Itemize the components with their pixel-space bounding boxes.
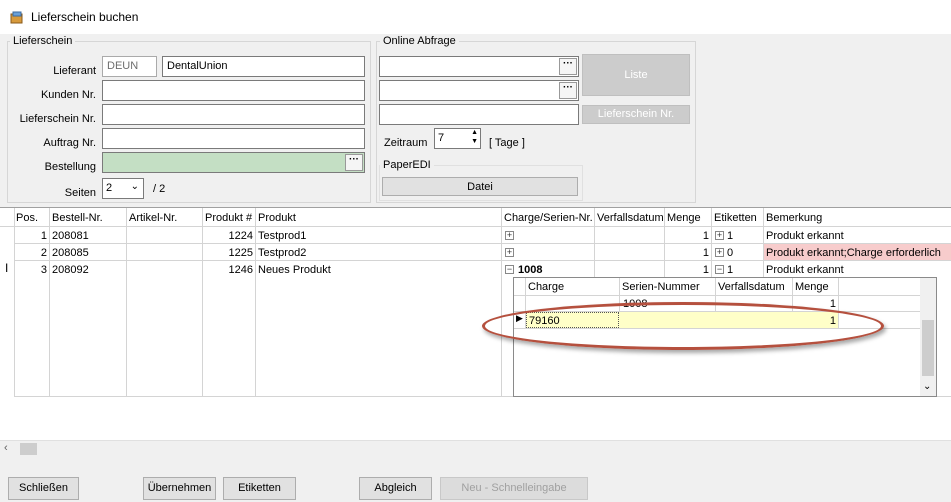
row-menge: 1 <box>702 264 709 276</box>
row-produkt: Testprod2 <box>258 247 307 259</box>
collapse-icon[interactable]: − <box>505 265 514 274</box>
lieferant-label: Lieferant <box>53 65 96 77</box>
sub-scroll-thumb[interactable] <box>922 320 934 376</box>
col-header-produkt[interactable]: Produkt <box>258 212 296 224</box>
row-bestell-nr: 208085 <box>52 247 89 259</box>
seiten-total: / 2 <box>153 183 166 195</box>
row-pos: 3 <box>40 264 47 276</box>
datei-button[interactable]: Datei <box>382 177 578 196</box>
liste-button[interactable]: Liste <box>582 54 690 96</box>
lieferant-code-field[interactable]: DEUN <box>102 56 157 77</box>
uebernehmen-button[interactable]: Übernehmen <box>143 477 216 500</box>
row-indicator-column <box>0 208 14 396</box>
highlight-annotation <box>482 302 884 350</box>
etiketten-button[interactable]: Etiketten <box>223 477 296 500</box>
row-bemerkung: Produkt erkannt <box>766 264 844 276</box>
row-etiketten: 1 <box>727 230 734 242</box>
tage-label: [ Tage ] <box>489 137 525 149</box>
chevron-down-icon: ⌄ <box>130 181 139 192</box>
scroll-left-icon[interactable]: ‹ <box>4 442 8 454</box>
row-menge: 1 <box>702 247 709 259</box>
online-field-1-browse-button[interactable]: ··· <box>559 58 577 75</box>
grid-line <box>501 278 502 396</box>
online-field-2[interactable] <box>379 80 579 101</box>
neu-schnelleingabe-button[interactable]: Neu - Schnelleingabe <box>440 477 588 500</box>
row-produkt-nr: 1224 <box>228 230 253 242</box>
abgleich-button[interactable]: Abgleich <box>359 477 432 500</box>
row-pos: 2 <box>40 247 47 259</box>
sub-header-menge[interactable]: Menge <box>795 281 829 293</box>
lieferschein-group-label: Lieferschein <box>10 35 76 47</box>
row-produkt: Testprod1 <box>258 230 307 242</box>
zeitraum-value: 7 <box>438 132 445 144</box>
kunden-nr-field[interactable] <box>102 80 365 101</box>
grid-line <box>514 295 920 296</box>
online-field-2-browse-button[interactable]: ··· <box>559 82 577 99</box>
row-produkt-nr: 1225 <box>228 247 253 259</box>
paperedi-label: PaperEDI <box>380 159 434 171</box>
scroll-thumb[interactable] <box>20 443 37 455</box>
horizontal-scrollbar[interactable] <box>0 440 951 457</box>
lieferant-name-field[interactable]: DentalUnion <box>162 56 365 77</box>
sub-header-serien-nummer[interactable]: Serien-Nummer <box>622 281 700 293</box>
col-header-artikel-nr[interactable]: Artikel-Nr. <box>129 212 177 224</box>
lieferschein-nr-field[interactable] <box>102 104 365 125</box>
sub-header-verfallsdatum[interactable]: Verfallsdatum <box>718 281 785 293</box>
zeitraum-spinner[interactable]: 7 ▲ ▼ <box>434 128 481 149</box>
online-field-1[interactable] <box>379 56 579 77</box>
col-header-bestell-nr[interactable]: Bestell-Nr. <box>52 212 103 224</box>
zeitraum-label: Zeitraum <box>384 137 428 149</box>
bestellung-browse-button[interactable]: ··· <box>345 154 363 171</box>
window-title: Lieferschein buchen <box>31 10 139 24</box>
col-header-bemerkung[interactable]: Bemerkung <box>766 212 822 224</box>
row-menge: 1 <box>702 230 709 242</box>
expand-icon[interactable]: + <box>715 231 724 240</box>
spin-up-icon[interactable]: ▲ <box>471 129 478 136</box>
bestellung-field[interactable] <box>102 152 365 173</box>
auftrag-nr-label: Auftrag Nr. <box>43 137 96 149</box>
row-bemerkung-error: Produkt erkannt;Charge erforderlich <box>764 244 951 260</box>
row-etiketten: 0 <box>727 247 734 259</box>
col-header-produkt-nr[interactable]: Produkt # <box>205 212 252 224</box>
lieferschein-nr-label: Lieferschein Nr. <box>19 113 96 125</box>
title-bar <box>0 0 951 34</box>
col-header-verfallsdatum[interactable]: Verfallsdatum <box>597 212 664 224</box>
lieferschein-nr-button[interactable]: Lieferschein Nr. <box>582 105 690 124</box>
col-header-pos[interactable]: Pos. <box>16 212 38 224</box>
row-produkt-nr: 1246 <box>228 264 253 276</box>
row-pos: 1 <box>40 230 47 242</box>
expand-icon[interactable]: + <box>505 231 514 240</box>
auftrag-nr-field[interactable] <box>102 128 365 149</box>
sub-header-charge[interactable]: Charge <box>528 281 564 293</box>
cursor-ibeam-icon: I <box>5 261 9 275</box>
schliessen-button[interactable]: Schließen <box>8 477 79 500</box>
row-etiketten: 1 <box>727 264 734 276</box>
online-abfrage-label: Online Abfrage <box>380 35 459 47</box>
row-bemerkung: Produkt erkannt <box>766 230 844 242</box>
expand-icon[interactable]: + <box>715 248 724 257</box>
seiten-value: 2 <box>106 182 113 194</box>
expand-icon[interactable]: − <box>715 265 724 274</box>
col-header-etiketten[interactable]: Etiketten <box>714 212 757 224</box>
row-bestell-nr: 208081 <box>52 230 89 242</box>
chevron-down-icon[interactable]: ⌄ <box>923 381 931 392</box>
col-header-charge[interactable]: Charge/Serien-Nr. <box>504 212 593 224</box>
row-produkt: Neues Produkt <box>258 264 331 276</box>
seiten-select[interactable]: 2 ⌄ <box>102 178 144 199</box>
spin-down-icon[interactable]: ▼ <box>471 138 478 145</box>
col-header-menge[interactable]: Menge <box>667 212 701 224</box>
row-charge: 1008 <box>518 264 543 276</box>
row-bestell-nr: 208092 <box>52 264 89 276</box>
bestellung-label: Bestellung <box>44 161 96 173</box>
online-field-3[interactable] <box>379 104 579 125</box>
app-icon <box>10 11 23 24</box>
seiten-label: Seiten <box>64 187 96 199</box>
expand-icon[interactable]: + <box>505 248 514 257</box>
kunden-nr-label: Kunden Nr. <box>40 89 96 101</box>
